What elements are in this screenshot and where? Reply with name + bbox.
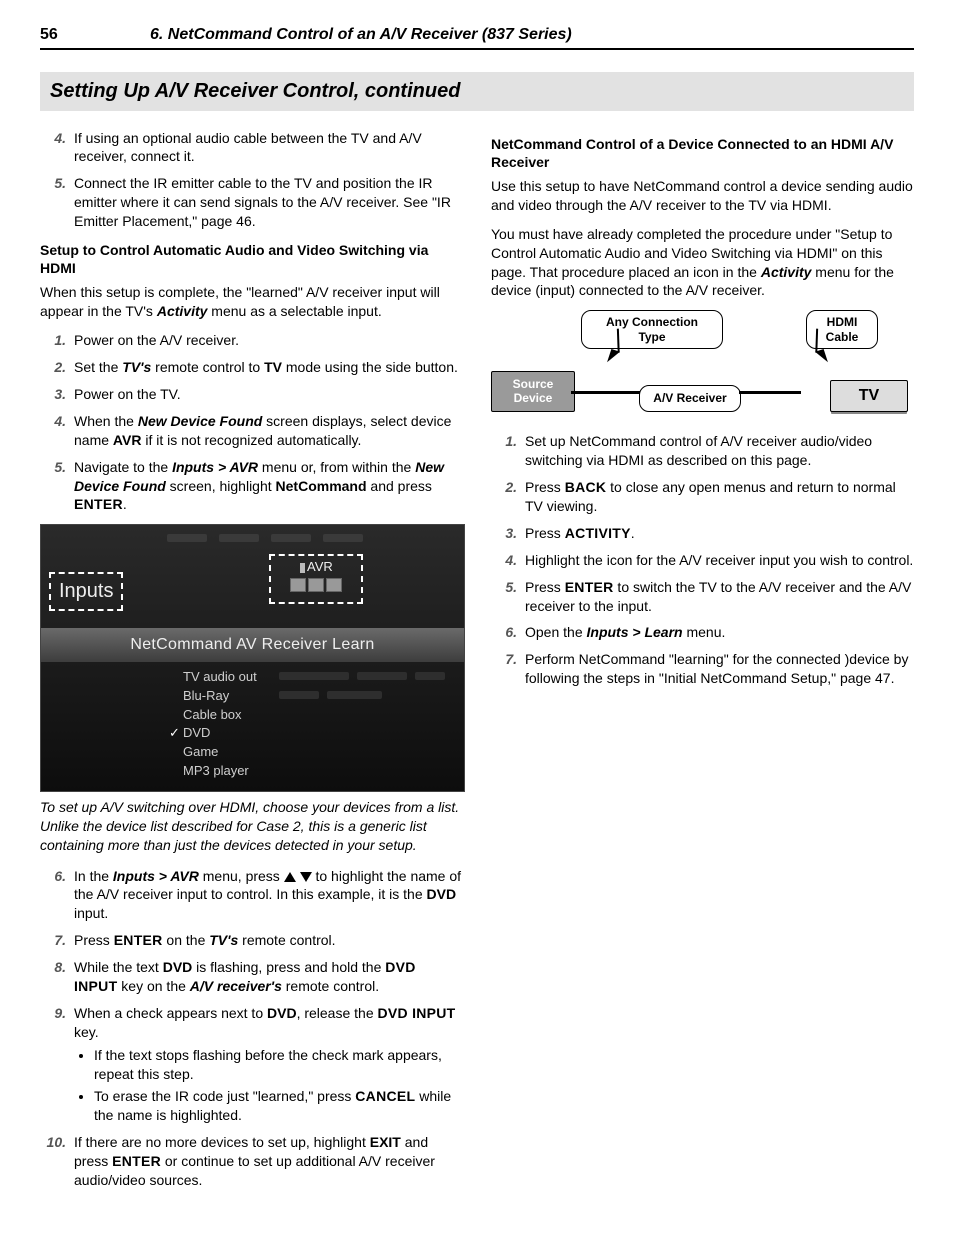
step-text: Connect the IR emitter cable to the TV a… xyxy=(74,175,451,229)
step-number: 8. xyxy=(40,958,66,977)
step-item: 2. Set the TV's remote control to TV mode… xyxy=(40,358,463,377)
screenshot-caption: To set up A/V switching over HDMI, choos… xyxy=(40,798,463,855)
diagram-box-tv: TV xyxy=(830,380,908,412)
step-number: 4. xyxy=(40,412,66,431)
step-number: 6. xyxy=(491,623,517,642)
step-text: Press ACTIVITY. xyxy=(525,525,635,541)
step-text: If using an optional audio cable between… xyxy=(74,130,422,165)
step-number: 10. xyxy=(40,1133,66,1152)
ui-list-item: TV audio out xyxy=(169,668,257,687)
step-text: If there are no more devices to set up, … xyxy=(74,1134,435,1188)
right-para-2: You must have already completed the proc… xyxy=(491,225,914,301)
step-number: 3. xyxy=(491,524,517,543)
diagram-label-any-connection: Any Connection Type xyxy=(581,310,723,349)
step-text: Perform NetCommand "learning" for the co… xyxy=(525,651,908,686)
ui-inputs-label: Inputs xyxy=(49,572,123,611)
page-header: 56 6. NetCommand Control of an A/V Recei… xyxy=(40,24,914,50)
step-text: Highlight the icon for the A/V receiver … xyxy=(525,552,913,568)
section-heading: Setting Up A/V Receiver Control, continu… xyxy=(50,78,904,105)
step-item: 4. If using an optional audio cable betwe… xyxy=(40,129,463,167)
step-item: 3. Power on the TV. xyxy=(40,385,463,404)
step-item: 4. Highlight the icon for the A/V receive… xyxy=(491,551,914,570)
step-item: 5. Navigate to the Inputs > AVR menu or, … xyxy=(40,458,463,515)
step-item: 1. Set up NetCommand control of A/V recei… xyxy=(491,432,914,470)
step-text: Navigate to the Inputs > AVR menu or, fr… xyxy=(74,459,444,513)
diagram-box-source: Source Device xyxy=(491,371,575,413)
ui-device-list: TV audio outBlu-RayCable boxDVDGameMP3 p… xyxy=(169,668,257,781)
step-text: In the Inputs > AVR menu, press to highl… xyxy=(74,868,461,922)
connector-line-icon xyxy=(571,391,641,394)
step-item: 2. Press BACK to close any open menus and… xyxy=(491,478,914,516)
step-item: 7. Perform NetCommand "learning" for the … xyxy=(491,650,914,688)
subhead-setup-hdmi: Setup to Control Automatic Audio and Vid… xyxy=(40,241,463,277)
step-item: 4. When the New Device Found screen displ… xyxy=(40,412,463,450)
step-item: 7. Press ENTER on the TV's remote control… xyxy=(40,931,463,950)
diagram-box-avr: A/V Receiver xyxy=(639,385,741,413)
sub-bullets: If the text stops flashing before the ch… xyxy=(94,1046,463,1126)
right-column: NetCommand Control of a Device Connected… xyxy=(491,129,914,1200)
step-number: 4. xyxy=(40,129,66,148)
step-text: Set the TV's remote control to TV mode u… xyxy=(74,359,458,375)
screenshot-inputs-avr: Inputs AVR NetCommand AV Receiver Learn … xyxy=(40,524,465,792)
steps-list-b: 1. Power on the A/V receiver. 2. Set the TV… xyxy=(40,331,463,514)
step-item: 1. Power on the A/V receiver. xyxy=(40,331,463,350)
ui-list-item: Game xyxy=(169,743,257,762)
step-number: 1. xyxy=(40,331,66,350)
section-heading-bar: Setting Up A/V Receiver Control, continu… xyxy=(40,72,914,111)
arrow-icon xyxy=(607,349,620,365)
steps-list-c: 6. In the Inputs > AVR menu, press to hig… xyxy=(40,867,463,1190)
step-number: 4. xyxy=(491,551,517,570)
chapter-title: 6. NetCommand Control of an A/V Receiver… xyxy=(150,24,572,46)
step-text: Power on the A/V receiver. xyxy=(74,332,239,348)
step-text: While the text DVD is flashing, press an… xyxy=(74,959,416,994)
step-item: 8. While the text DVD is flashing, press … xyxy=(40,958,463,996)
step-number: 2. xyxy=(40,358,66,377)
right-para-1: Use this setup to have NetCommand contro… xyxy=(491,177,914,215)
bullet-item: If the text stops flashing before the ch… xyxy=(94,1046,463,1084)
ui-list-item: Blu-Ray xyxy=(169,687,257,706)
ui-list-item: DVD xyxy=(169,724,257,743)
step-item: 6. Open the Inputs > Learn menu. xyxy=(491,623,914,642)
subhead-netcommand-hdmi: NetCommand Control of a Device Connected… xyxy=(491,135,914,171)
step-text: When a check appears next to DVD, releas… xyxy=(74,1005,455,1040)
step-number: 5. xyxy=(40,174,66,193)
arrow-icon xyxy=(815,349,828,365)
ui-avr-highlight: AVR xyxy=(269,554,363,604)
bullet-item: To erase the IR code just "learned," pre… xyxy=(94,1087,463,1125)
step-text: Open the Inputs > Learn menu. xyxy=(525,624,725,640)
step-text: Set up NetCommand control of A/V receive… xyxy=(525,433,872,468)
ui-panel-title: NetCommand AV Receiver Learn xyxy=(41,628,464,662)
step-item: 10. If there are no more devices to set u… xyxy=(40,1133,463,1190)
step-item: 9. When a check appears next to DVD, rele… xyxy=(40,1004,463,1125)
step-number: 2. xyxy=(491,478,517,497)
ui-list-item: Cable box xyxy=(169,706,257,725)
step-item: 5. Connect the IR emitter cable to the TV… xyxy=(40,174,463,231)
step-text: Press ENTER on the TV's remote control. xyxy=(74,932,336,948)
page-number: 56 xyxy=(40,24,150,46)
step-item: 3. Press ACTIVITY. xyxy=(491,524,914,543)
intro-paragraph: When this setup is complete, the "learne… xyxy=(40,283,463,321)
left-column: 4. If using an optional audio cable betwe… xyxy=(40,129,463,1200)
ui-list-item: MP3 player xyxy=(169,762,257,781)
connection-diagram: Any Connection Type HDMI Cable Source De… xyxy=(491,310,914,420)
step-number: 9. xyxy=(40,1004,66,1023)
steps-list-a: 4. If using an optional audio cable betwe… xyxy=(40,129,463,231)
step-text: Press ENTER to switch the TV to the A/V … xyxy=(525,579,911,614)
step-text: When the New Device Found screen display… xyxy=(74,413,451,448)
step-number: 6. xyxy=(40,867,66,886)
step-number: 7. xyxy=(491,650,517,669)
connector-line-icon xyxy=(739,391,801,394)
step-number: 5. xyxy=(491,578,517,597)
step-number: 7. xyxy=(40,931,66,950)
step-number: 1. xyxy=(491,432,517,451)
step-item: 6. In the Inputs > AVR menu, press to hig… xyxy=(40,867,463,924)
step-text: Power on the TV. xyxy=(74,386,181,402)
step-text: Press BACK to close any open menus and r… xyxy=(525,479,896,514)
step-item: 5. Press ENTER to switch the TV to the A/… xyxy=(491,578,914,616)
step-number: 3. xyxy=(40,385,66,404)
step-number: 5. xyxy=(40,458,66,477)
steps-list-right: 1. Set up NetCommand control of A/V recei… xyxy=(491,432,914,688)
